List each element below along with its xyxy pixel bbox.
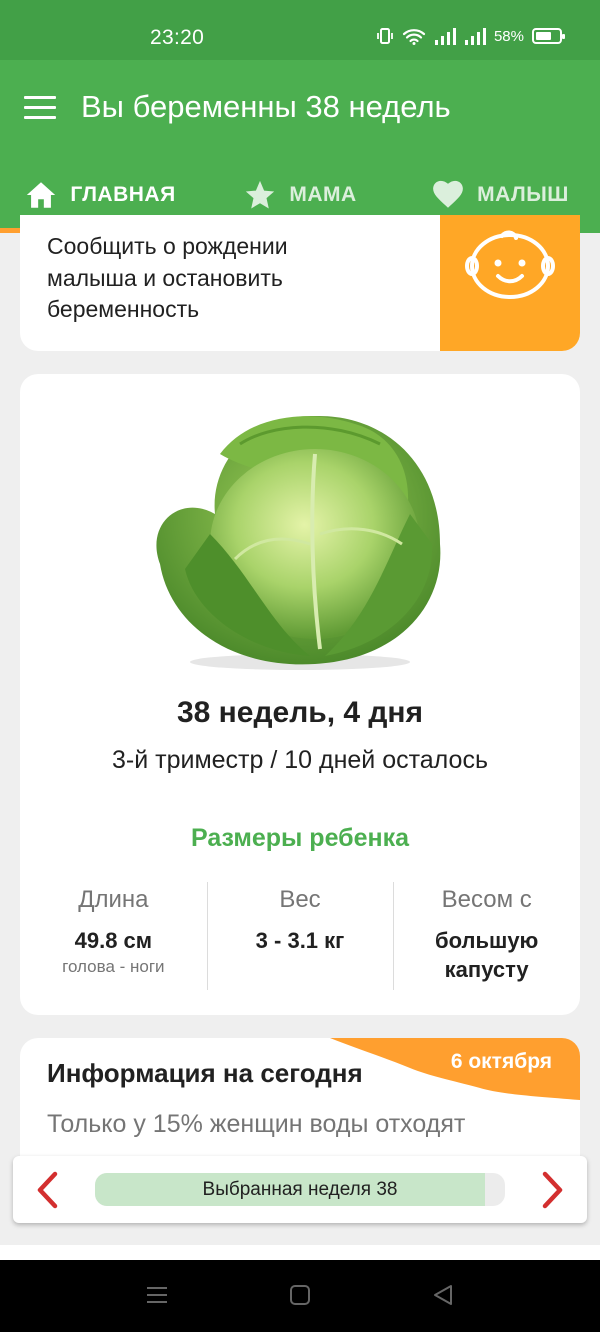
metric-compare: Весом с большую капусту	[393, 882, 580, 990]
week-progress-label: Выбранная неделя 38	[202, 1179, 398, 1200]
battery-level	[536, 32, 552, 40]
report-birth-card[interactable]: Сообщить о рождении малыша и остановить …	[20, 215, 580, 351]
week-selector: Выбранная неделя 38	[13, 1156, 587, 1223]
daily-info-card[interactable]: 6 октября Информация на сегодня Только у…	[20, 1038, 580, 1158]
app-bar: Вы беременны 38 недель	[0, 60, 600, 157]
week-title: 38 недель, 4 дня	[176, 696, 424, 729]
metric-length-label: Длина	[78, 886, 149, 913]
tab-home-label: ГЛАВНАЯ	[70, 183, 176, 206]
battery-percent: 58%	[493, 27, 524, 45]
cabbage-image	[156, 415, 441, 670]
metric-compare-value: большую капусту	[435, 928, 539, 982]
menu-icon[interactable]	[24, 96, 56, 120]
metric-length-value: 49.8 см	[74, 928, 153, 953]
home-nav-icon[interactable]	[289, 1284, 311, 1306]
status-icons: 58%	[376, 27, 565, 45]
next-week-arrow-icon[interactable]	[531, 1170, 571, 1210]
tab-baby-label: МАЛЫШ	[477, 183, 569, 206]
metric-weight: Вес 3 - 3.1 кг	[206, 882, 394, 990]
heart-icon	[433, 180, 463, 208]
report-birth-text: Сообщить о рождении малыша и остановить …	[47, 233, 288, 322]
vibrate-icon	[377, 28, 393, 44]
page-title: Вы беременны 38 недель	[81, 89, 451, 124]
baby-sizes-title: Размеры ребенка	[190, 824, 410, 852]
baby-face-icon	[465, 230, 555, 299]
system-nav-bar	[0, 1260, 600, 1332]
week-info-card: 38 недель, 4 дня 3-й триместр / 10 дней …	[20, 374, 580, 1015]
info-text: Только у 15% женщин воды отходят	[47, 1110, 466, 1138]
battery-icon	[532, 28, 565, 44]
bottom-spacer	[0, 1245, 600, 1260]
info-date: 6 октября	[450, 1050, 552, 1073]
metric-weight-label: Вес	[279, 886, 321, 913]
report-birth-icon-area	[440, 215, 580, 351]
week-subtitle: 3-й триместр / 10 дней осталось	[112, 746, 488, 774]
metric-compare-label: Весом с	[441, 886, 532, 913]
back-nav-icon[interactable]	[432, 1284, 454, 1306]
metric-weight-value: 3 - 3.1 кг	[255, 928, 345, 953]
metric-length-note: голова - ноги	[62, 957, 165, 976]
wifi-icon	[402, 29, 426, 45]
previous-week-arrow-icon[interactable]	[29, 1170, 69, 1210]
info-title: Информация на сегодня	[47, 1058, 363, 1088]
home-icon	[27, 182, 56, 208]
status-time: 23:20	[150, 26, 205, 49]
metric-length: Длина 49.8 см голова - ноги	[20, 882, 207, 990]
baby-metrics: Длина 49.8 см голова - ноги Вес 3 - 3.1 …	[20, 882, 580, 990]
signal-icon-2	[464, 28, 486, 45]
recent-apps-icon[interactable]	[146, 1284, 168, 1306]
star-icon	[246, 180, 275, 209]
tab-mom-label: МАМА	[289, 183, 357, 206]
status-bar: 23:20 58%	[0, 0, 600, 60]
week-progress-bar[interactable]: Выбранная неделя 38	[95, 1173, 505, 1206]
signal-icon	[434, 28, 456, 45]
